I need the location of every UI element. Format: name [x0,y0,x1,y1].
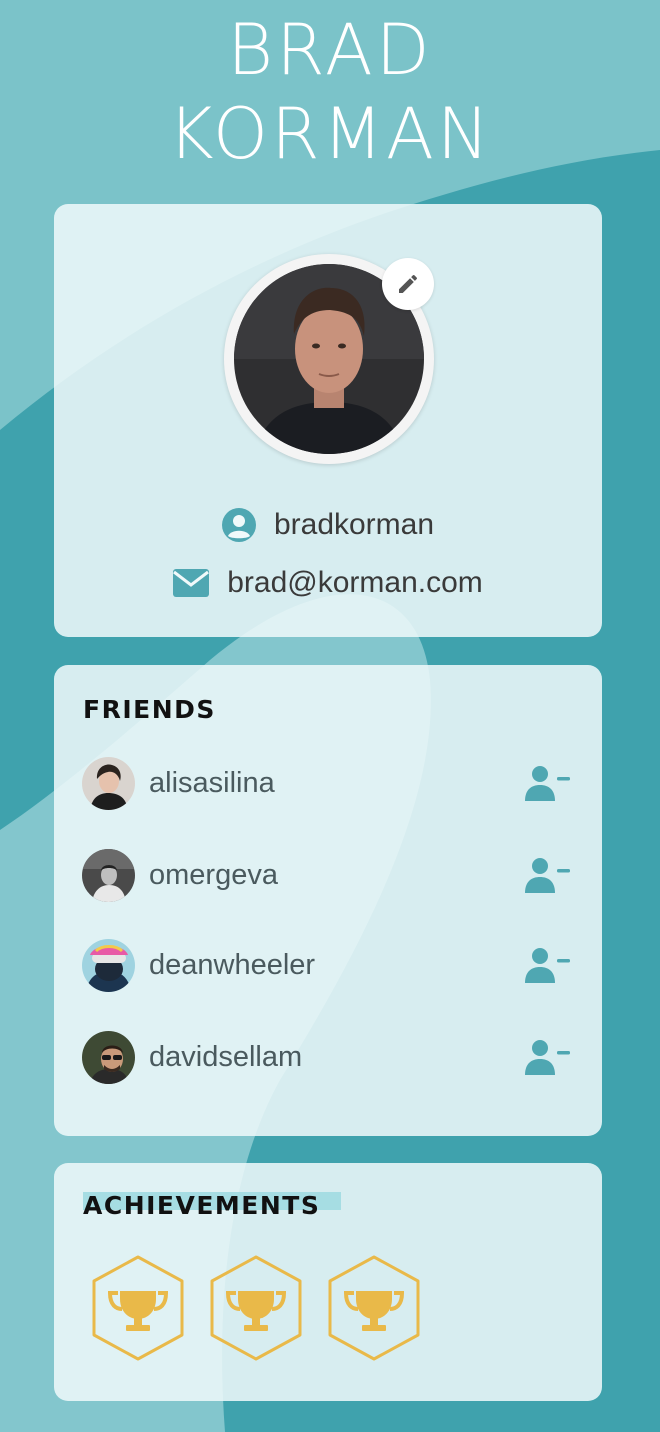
achievements-title-wrap: ACHIEVEMENTS [83,1191,341,1220]
email: brad@korman.com [227,566,483,599]
user-minus-icon [525,766,570,801]
last-name: KORMAN [167,93,493,175]
first-name: BRAD [227,9,433,91]
achievement-badge[interactable] [206,1253,306,1363]
username: bradkorman [273,508,435,541]
edit-avatar-button[interactable] [382,258,434,310]
remove-friend-button[interactable] [524,1037,572,1077]
friend-name: alisasilina [149,766,275,799]
friend-item[interactable]: davidsellam [82,1029,572,1085]
achievement-badge[interactable] [88,1253,188,1363]
username-row: bradkorman [54,508,602,542]
trophy-icon [225,1291,287,1331]
remove-friend-button[interactable] [524,945,572,985]
friend-avatar [82,848,135,902]
friend-item[interactable]: alisasilina [82,755,572,811]
friend-item[interactable]: deanwheeler [82,937,572,993]
friend-item[interactable]: omergeva [82,847,572,903]
user-circle-icon [221,508,256,542]
pencil-icon [399,274,418,293]
page-title: BRAD KORMAN [0,8,660,176]
friend-avatar [82,756,135,810]
user-minus-icon [525,858,570,893]
friend-name: davidsellam [149,1040,303,1073]
email-row: brad@korman.com [54,566,602,600]
trophy-icon [343,1291,405,1331]
friends-title: FRIENDS [83,695,216,724]
achievements-title: ACHIEVEMENTS [83,1191,321,1220]
user-minus-icon [525,948,570,983]
remove-friend-button[interactable] [524,763,572,803]
friend-name: deanwheeler [149,948,316,981]
friend-avatar [82,1030,135,1084]
friend-name: omergeva [149,858,278,891]
trophy-icon [107,1291,169,1331]
user-minus-icon [525,1040,570,1075]
envelope-icon [173,569,210,597]
friends-card: FRIENDS alisasilina omergeva deanwheeler… [54,665,602,1136]
friend-avatar [82,938,135,992]
achievement-badge[interactable] [324,1253,424,1363]
profile-card: bradkorman brad@korman.com [54,204,602,637]
achievements-card: ACHIEVEMENTS [54,1163,602,1401]
remove-friend-button[interactable] [524,855,572,895]
